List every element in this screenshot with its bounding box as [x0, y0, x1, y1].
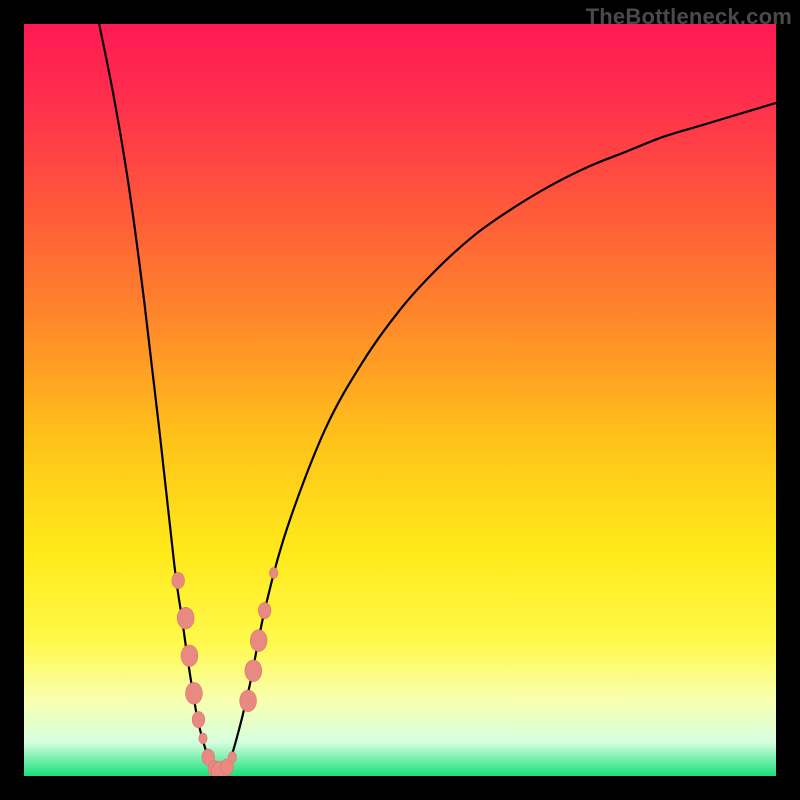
- curve-marker: [199, 733, 207, 744]
- curve-marker: [269, 568, 277, 579]
- curve-marker: [240, 690, 257, 712]
- curve-marker: [228, 752, 236, 763]
- curve-marker: [181, 645, 198, 667]
- curve-marker: [186, 682, 203, 704]
- bottleneck-chart: [24, 24, 776, 776]
- curve-marker: [258, 602, 271, 618]
- curve-marker: [192, 712, 205, 728]
- curve-marker: [177, 607, 194, 629]
- curve-marker: [250, 630, 267, 652]
- chart-frame: [24, 24, 776, 776]
- curve-marker: [245, 660, 262, 682]
- curve-marker: [172, 572, 185, 588]
